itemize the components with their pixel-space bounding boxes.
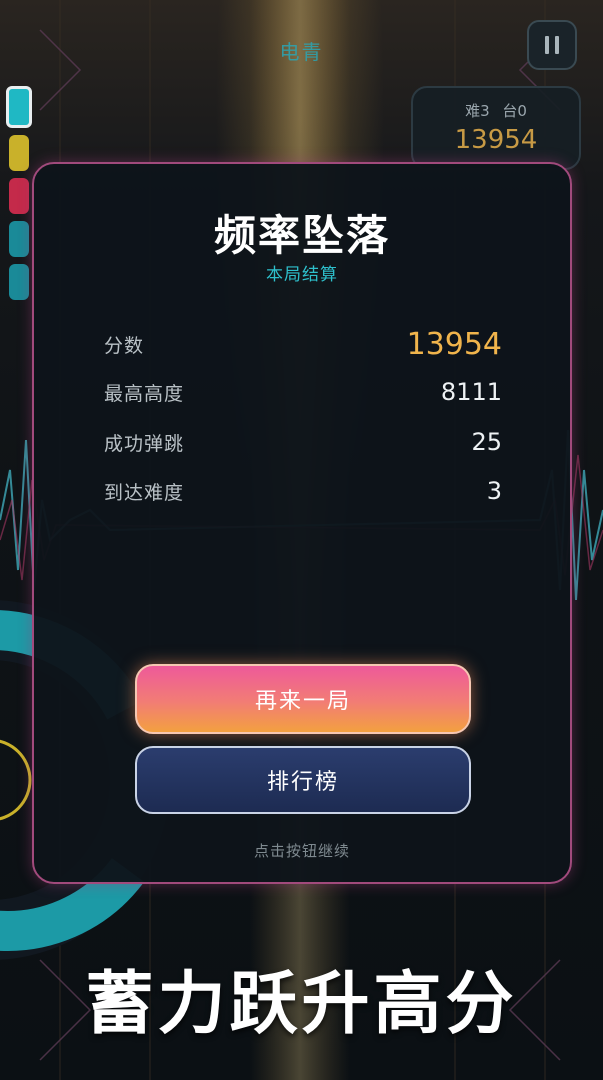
stat-row-bounces: 成功弹跳 25: [104, 422, 502, 462]
stat-label: 最高高度: [104, 382, 185, 405]
color-swatch-5[interactable]: [9, 264, 29, 300]
pause-icon: [542, 36, 562, 54]
leaderboard-button[interactable]: 排行榜: [135, 746, 471, 814]
stat-label: 分数: [104, 334, 145, 357]
color-mode-label: 电青: [279, 40, 324, 64]
color-swatch-1[interactable]: [6, 86, 32, 128]
color-swatch-2[interactable]: [9, 135, 29, 171]
color-selector: [5, 80, 35, 310]
color-swatch-3[interactable]: [9, 178, 29, 214]
play-again-button[interactable]: 再来一局: [135, 664, 471, 734]
platform-label: 台0: [502, 102, 527, 120]
stat-label: 成功弹跳: [104, 432, 185, 455]
stat-row-score: 分数 13954: [104, 324, 502, 364]
pause-button[interactable]: [527, 20, 577, 70]
stat-label: 到达难度: [104, 481, 185, 504]
stat-row-max-height: 最高高度 8111: [104, 372, 502, 412]
panel-title: 频率坠落: [213, 211, 390, 260]
panel-subtitle: 本局结算: [266, 265, 338, 285]
result-panel: 频率坠落 本局结算 分数 13954 最高高度 8111 成功弹跳 25 到达难…: [32, 162, 572, 884]
stat-value: 3: [486, 477, 502, 505]
color-swatch-4[interactable]: [9, 221, 29, 257]
stat-row-difficulty: 到达难度 3: [104, 471, 502, 511]
stat-value: 25: [471, 428, 502, 456]
promo-banner: 蓄力跃升高分: [85, 965, 518, 1044]
hud-meta: 难3 台0: [413, 100, 579, 121]
score-hud: 难3 台0 13954: [411, 86, 581, 170]
stat-value: 8111: [440, 378, 502, 406]
continue-hint: 点击按钮继续: [253, 842, 350, 860]
hud-score: 13954: [454, 125, 538, 155]
stat-value: 13954: [406, 326, 502, 362]
difficulty-label: 难3: [465, 102, 490, 120]
